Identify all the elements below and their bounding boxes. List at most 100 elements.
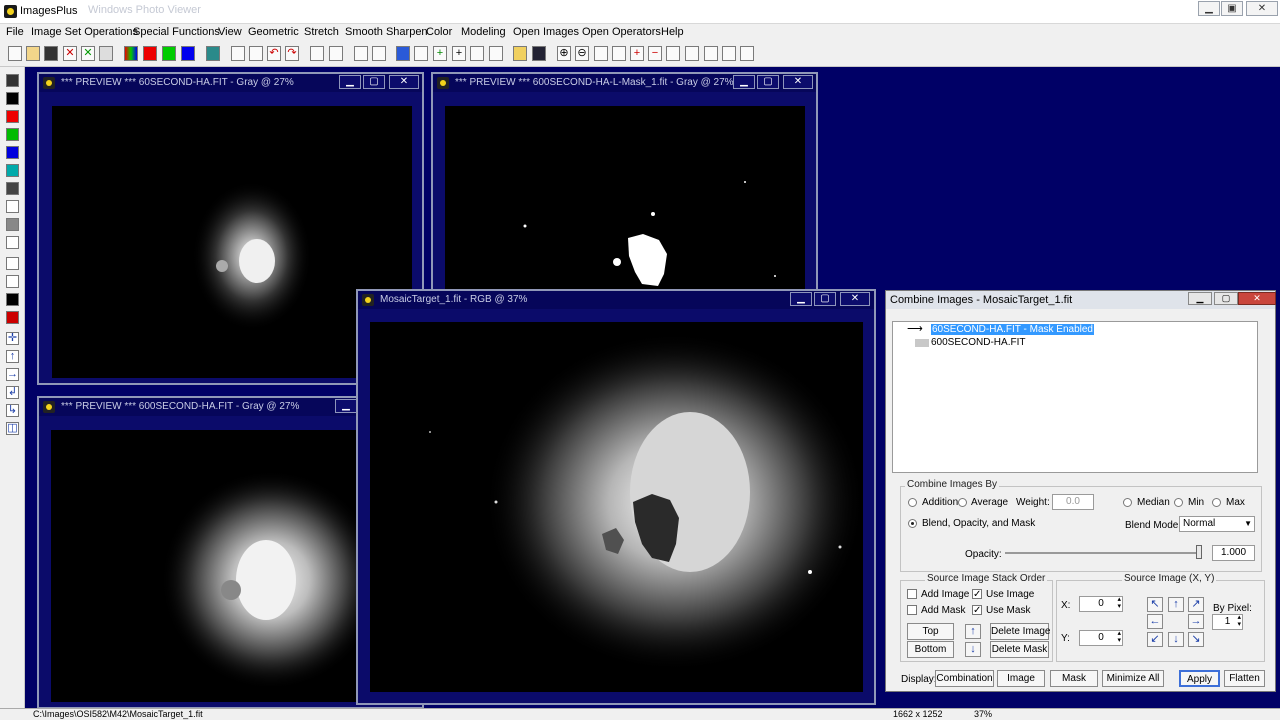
- weight-input[interactable]: 0.0: [1052, 494, 1094, 510]
- dots-icon[interactable]: [354, 46, 368, 61]
- move-up-arrow-icon[interactable]: ↑: [965, 624, 981, 639]
- combination-button[interactable]: Combination: [935, 670, 994, 687]
- matrix-icon[interactable]: [532, 46, 546, 61]
- top-button[interactable]: Top: [907, 623, 954, 640]
- v-list-icon[interactable]: [6, 275, 19, 288]
- apply-button[interactable]: Apply: [1179, 670, 1220, 687]
- median-radio[interactable]: [1123, 498, 1132, 507]
- pencil-icon[interactable]: [513, 46, 527, 61]
- red-channel-icon[interactable]: [143, 46, 157, 61]
- palette-icon[interactable]: [489, 46, 503, 61]
- menu-view[interactable]: View: [218, 26, 242, 38]
- average-radio[interactable]: [958, 498, 967, 507]
- flatten-button[interactable]: Flatten: [1224, 670, 1265, 687]
- spinner-icon[interactable]: ▴ ▾: [1117, 630, 1121, 644]
- right-arrow-icon[interactable]: →: [1188, 614, 1204, 629]
- redo-icon[interactable]: [249, 46, 263, 61]
- select-icon[interactable]: [372, 46, 386, 61]
- menu-modeling[interactable]: Modeling: [461, 26, 506, 38]
- spinner-icon[interactable]: ▴ ▾: [1237, 614, 1241, 628]
- left-arrow-icon[interactable]: ←: [1147, 614, 1163, 629]
- blend-radio[interactable]: [908, 519, 917, 528]
- v-save-icon[interactable]: [6, 74, 19, 87]
- addition-radio[interactable]: [908, 498, 917, 507]
- minimize-icon[interactable]: ▁: [790, 292, 812, 306]
- v-green-icon[interactable]: [6, 128, 19, 141]
- close-icon[interactable]: ✕: [783, 75, 813, 89]
- down-right-arrow-icon[interactable]: ↘: [1188, 632, 1204, 647]
- use-mask-checkbox[interactable]: ✓: [972, 605, 982, 616]
- v-blank-icon[interactable]: [6, 236, 19, 249]
- y-input[interactable]: 0 ▴ ▾: [1079, 630, 1123, 646]
- grid-icon[interactable]: [470, 46, 484, 61]
- x-input[interactable]: 0 ▴ ▾: [1079, 596, 1123, 612]
- add-mask-checkbox[interactable]: [907, 605, 917, 615]
- max-radio[interactable]: [1212, 498, 1221, 507]
- menu-file[interactable]: File: [6, 26, 24, 38]
- mask-button[interactable]: Mask: [1050, 670, 1098, 687]
- undo-icon[interactable]: [231, 46, 245, 61]
- up-right-arrow-icon[interactable]: ↗: [1188, 597, 1204, 612]
- menu-special-functions[interactable]: Special Functions: [133, 26, 220, 38]
- v-red-icon[interactable]: [6, 110, 19, 123]
- maximize-icon[interactable]: ▢: [814, 292, 836, 306]
- redo-red-icon[interactable]: ↷: [285, 46, 299, 61]
- bottom-button[interactable]: Bottom: [907, 641, 954, 658]
- minimize-icon[interactable]: ▁: [339, 75, 361, 89]
- down-left-arrow-icon[interactable]: ↙: [1147, 632, 1163, 647]
- maximize-icon[interactable]: ▢: [1214, 292, 1238, 305]
- close-image-icon[interactable]: ✕: [81, 46, 95, 61]
- undo-red-icon[interactable]: ↶: [267, 46, 281, 61]
- up-left-arrow-icon[interactable]: ↖: [1147, 597, 1163, 612]
- add-icon[interactable]: +: [433, 46, 447, 61]
- frame-tiny-icon[interactable]: [722, 46, 736, 61]
- menu-color[interactable]: Color: [426, 26, 452, 38]
- blend-mode-select[interactable]: Normal ▼: [1179, 516, 1255, 532]
- frame-large-icon[interactable]: [666, 46, 680, 61]
- new-file-icon[interactable]: [8, 46, 22, 61]
- crosshair-icon[interactable]: +: [452, 46, 466, 61]
- v-return-arrow-icon[interactable]: ↲: [6, 386, 19, 399]
- delete-mask-button[interactable]: Delete Mask: [990, 641, 1049, 658]
- menu-geometric[interactable]: Geometric: [248, 26, 299, 38]
- by-pixel-input[interactable]: 1 ▴ ▾: [1212, 614, 1243, 630]
- v-gradient-icon[interactable]: [6, 218, 19, 231]
- minimize-icon[interactable]: ▁: [1198, 1, 1220, 16]
- zoom-red-out-icon[interactable]: −: [648, 46, 662, 61]
- ellipse-red-icon[interactable]: [329, 46, 343, 61]
- mosaic-image[interactable]: [370, 322, 863, 692]
- maximize-icon[interactable]: ▢: [757, 75, 779, 89]
- v-up-arrow-icon[interactable]: ↑: [6, 350, 19, 363]
- min-radio[interactable]: [1174, 498, 1183, 507]
- mosaic-target-window[interactable]: MosaicTarget_1.fit - RGB @ 37% ▁ ▢ ✕: [356, 289, 876, 705]
- v-right-arrow-icon[interactable]: →: [6, 368, 19, 381]
- v-black-icon[interactable]: [6, 92, 19, 105]
- menu-image-set-operations[interactable]: Image Set Operations: [31, 26, 138, 38]
- close-icon[interactable]: ✕: [389, 75, 419, 89]
- menu-open-images[interactable]: Open Images: [513, 26, 579, 38]
- zoom-in-icon[interactable]: ⊕: [557, 46, 571, 61]
- zoom-fit-icon[interactable]: [594, 46, 608, 61]
- save-icon[interactable]: [44, 46, 58, 61]
- layer-item-2[interactable]: 600SECOND-HA.FIT: [931, 337, 1025, 348]
- v-move-icon[interactable]: ✛: [6, 332, 19, 345]
- image-button[interactable]: Image: [997, 670, 1045, 687]
- v-cyan-icon[interactable]: [6, 164, 19, 177]
- close-icon[interactable]: ✕: [1238, 292, 1276, 305]
- move-down-arrow-icon[interactable]: ↓: [965, 642, 981, 657]
- maximize-icon[interactable]: ▣: [1221, 1, 1243, 16]
- zoom-actual-icon[interactable]: [612, 46, 626, 61]
- opacity-slider-thumb[interactable]: [1196, 545, 1202, 559]
- v-select-icon[interactable]: [6, 311, 19, 324]
- use-image-checkbox[interactable]: ✓: [972, 589, 982, 600]
- delete-image-button[interactable]: Delete Image: [990, 623, 1050, 640]
- v-turn-arrow-icon[interactable]: ↳: [6, 404, 19, 417]
- rgb-channels-icon[interactable]: [124, 46, 138, 61]
- v-gray-icon[interactable]: [6, 182, 19, 195]
- up-arrow-icon[interactable]: ↑: [1168, 597, 1184, 612]
- frame-min-icon[interactable]: [740, 46, 754, 61]
- frame-medium-icon[interactable]: [685, 46, 699, 61]
- histogram-icon[interactable]: [396, 46, 410, 61]
- layer-tree[interactable]: ⟶ 60SECOND-HA.FIT - Mask Enabled 600SECO…: [892, 321, 1258, 473]
- minimize-icon[interactable]: ▁: [733, 75, 755, 89]
